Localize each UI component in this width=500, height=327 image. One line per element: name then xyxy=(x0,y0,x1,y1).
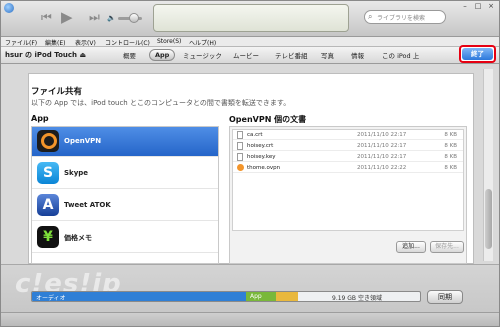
document-row[interactable]: ca.crt 2011/11/10 22:17 8 KB xyxy=(233,130,463,140)
document-name: ca.crt xyxy=(247,132,263,138)
document-date: 2011/11/10 22:17 xyxy=(357,132,407,138)
vertical-scrollbar[interactable] xyxy=(483,69,493,261)
menu-view[interactable]: 表示(V) xyxy=(75,38,96,47)
volume-low-icon: 🔈 xyxy=(107,14,116,22)
apps-heading: App xyxy=(31,114,49,123)
tab-on-this-ipod[interactable]: この iPod 上 xyxy=(382,50,419,60)
document-name: thome.ovpn xyxy=(247,165,281,171)
document-date: 2011/11/10 22:17 xyxy=(357,154,407,160)
app-label: Tweet ATOK xyxy=(64,201,111,209)
itunes-window: ⏮ ▶ ⏭ 🔈 ⌕ ライブラリを検索 – □ × ファイル(F) 編集(E) 表… xyxy=(0,0,500,327)
file-icon xyxy=(237,131,243,139)
search-placeholder: ライブラリを検索 xyxy=(377,15,426,22)
library-search-input[interactable]: ⌕ ライブラリを検索 xyxy=(364,10,446,24)
document-row[interactable]: hoisey.key 2011/11/10 22:17 8 KB xyxy=(233,152,463,162)
scrollbar-thumb[interactable] xyxy=(485,189,492,249)
menu-store[interactable]: Store(S) xyxy=(157,38,181,45)
document-size: 8 KB xyxy=(444,143,457,149)
play-icon[interactable]: ▶ xyxy=(61,8,73,26)
tab-summary[interactable]: 概要 xyxy=(123,50,136,60)
atok-icon: A xyxy=(37,194,59,216)
price-memo-icon: ¥ xyxy=(37,226,59,248)
done-button[interactable]: 終了 xyxy=(459,45,496,63)
main-content: ファイル共有 以下の App では、iPod touch とこのコンピュータとの… xyxy=(1,64,499,264)
document-row[interactable]: thome.ovpn 2011/11/10 22:22 8 KB xyxy=(233,163,463,173)
capacity-audio-label: オーディオ xyxy=(36,295,66,302)
document-size: 8 KB xyxy=(444,132,457,138)
volume-slider-knob[interactable] xyxy=(129,13,139,23)
documents-pane: ca.crt 2011/11/10 22:17 8 KB hoisey.crt … xyxy=(229,126,467,264)
app-row-tweet-atok[interactable]: A Tweet ATOK xyxy=(32,191,218,221)
menu-bar: ファイル(F) 編集(E) 表示(V) コントロール(C) Store(S) ヘ… xyxy=(1,37,499,47)
documents-heading: OpenVPN 個の文書 xyxy=(229,115,307,124)
menu-controls[interactable]: コントロール(C) xyxy=(105,38,150,47)
capacity-bar: オーディオ App 9.19 GB 空き領域 xyxy=(31,291,421,302)
close-button[interactable]: × xyxy=(486,2,496,11)
openvpn-icon xyxy=(37,130,59,152)
next-track-icon[interactable]: ⏭ xyxy=(89,10,100,25)
skype-icon: S xyxy=(37,162,59,184)
app-label: OpenVPN xyxy=(64,137,102,145)
minimize-button[interactable]: – xyxy=(460,2,470,11)
document-list: ca.crt 2011/11/10 22:17 8 KB hoisey.crt … xyxy=(232,129,464,231)
player-bar: ⏮ ▶ ⏭ 🔈 ⌕ ライブラリを検索 – □ × xyxy=(1,1,499,37)
app-label: 価格メモ xyxy=(64,234,92,242)
previous-track-icon[interactable]: ⏮ xyxy=(41,10,52,25)
capacity-free-label: 9.19 GB 空き領域 xyxy=(332,295,382,302)
menu-edit[interactable]: 編集(E) xyxy=(45,38,65,47)
file-sharing-panel: ファイル共有 以下の App では、iPod touch とこのコンピュータとの… xyxy=(28,73,474,264)
maximize-button[interactable]: □ xyxy=(473,2,483,11)
tab-movies[interactable]: ムービー xyxy=(233,50,259,60)
tab-info[interactable]: 情報 xyxy=(351,50,364,60)
tab-music[interactable]: ミュージック xyxy=(183,50,222,60)
document-row[interactable]: hoisey.crt 2011/11/10 22:17 8 KB xyxy=(233,141,463,151)
document-date: 2011/11/10 22:22 xyxy=(357,165,407,171)
document-size: 8 KB xyxy=(444,165,457,171)
device-name: hsur の iPod Touch ⏏ xyxy=(5,51,87,59)
capacity-app-label: App xyxy=(250,293,262,300)
bottom-bar: c!es!jp オーディオ App 9.19 GB 空き領域 同期 xyxy=(1,264,499,326)
device-tab-bar: hsur の iPod Touch ⏏ 概要 App ミュージック ムービー テ… xyxy=(1,47,499,64)
file-icon xyxy=(237,142,243,150)
app-list: OpenVPN S Skype A Tweet ATOK ¥ 価格メモ xyxy=(31,126,219,264)
file-icon xyxy=(237,153,243,161)
openvpn-file-icon xyxy=(237,164,244,171)
menu-file[interactable]: ファイル(F) xyxy=(5,38,37,47)
app-row-skype[interactable]: S Skype xyxy=(32,159,218,189)
app-label: Skype xyxy=(64,169,89,177)
status-display xyxy=(153,4,349,32)
section-description: 以下の App では、iPod touch とこのコンピュータとの間で書類を転送… xyxy=(31,99,291,107)
sync-button[interactable]: 同期 xyxy=(427,290,463,304)
document-size: 8 KB xyxy=(444,154,457,160)
done-button-label: 終了 xyxy=(462,48,493,60)
status-bar xyxy=(1,312,499,326)
menu-help[interactable]: ヘルプ(H) xyxy=(189,38,216,47)
search-icon: ⌕ xyxy=(368,12,373,21)
app-row-price-memo[interactable]: ¥ 価格メモ xyxy=(32,223,218,253)
add-document-button[interactable]: 追加... xyxy=(396,241,426,253)
document-name: hoisey.crt xyxy=(247,143,274,149)
document-date: 2011/11/10 22:17 xyxy=(357,143,407,149)
tab-photos[interactable]: 写真 xyxy=(321,50,334,60)
document-name: hoisey.key xyxy=(247,154,276,160)
save-to-button[interactable]: 保存先... xyxy=(430,241,464,253)
tab-tv-shows[interactable]: テレビ番組 xyxy=(275,50,308,60)
itunes-app-icon xyxy=(4,3,14,13)
capacity-other-segment xyxy=(276,292,298,301)
section-title: ファイル共有 xyxy=(31,87,83,97)
tab-app[interactable]: App xyxy=(149,49,176,61)
app-row-openvpn[interactable]: OpenVPN xyxy=(32,127,218,157)
